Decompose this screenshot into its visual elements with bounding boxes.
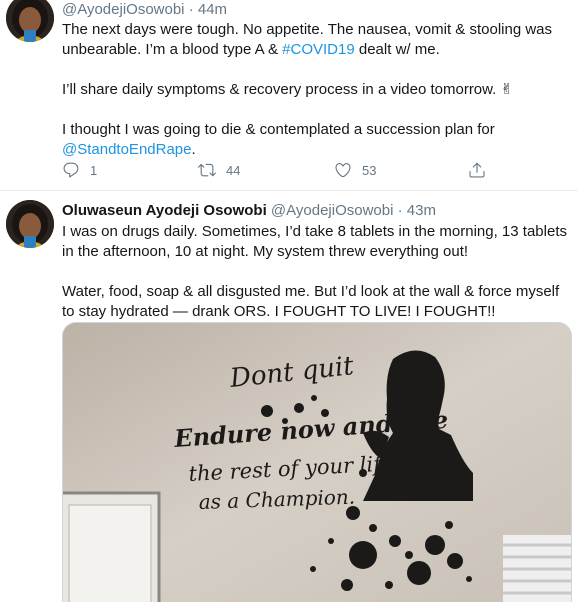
tweet-header: @AyodejiOsowobi · 44m: [62, 0, 570, 19]
tweet-paragraph: The next days were tough. No appetite. T…: [62, 20, 570, 60]
avatar-photo: [6, 200, 54, 248]
tweet-header: Oluwaseun Ayodeji Osowobi @AyodejiOsowob…: [62, 201, 570, 220]
tweet-paragraph: Water, food, soap & all disgusted me. Bu…: [62, 282, 570, 322]
text-run: I thought I was going to die & contempla…: [62, 121, 495, 138]
separator-dot: ·: [188, 1, 194, 18]
author-handle[interactable]: @AyodejiOsowobi: [271, 202, 394, 219]
tweet-paragraph: I was on drugs daily. Sometimes, I’d tak…: [62, 222, 570, 262]
text-run: .: [191, 141, 196, 158]
author-name[interactable]: Oluwaseun Ayodeji Osowobi: [62, 202, 267, 219]
retweet-button[interactable]: 44: [198, 161, 240, 179]
retweet-count: 44: [226, 162, 241, 178]
hashtag-link[interactable]: #COVID19: [282, 41, 355, 58]
avatar[interactable]: [6, 200, 54, 248]
separator-dot: ·: [397, 202, 403, 219]
like-count: 53: [362, 162, 377, 178]
reply-icon: [63, 162, 79, 178]
text-run: I’ll share daily symptoms & recovery pro…: [62, 81, 514, 98]
tweet-time[interactable]: 44m: [198, 1, 227, 18]
tweet-text: The next days were tough. No appetite. T…: [62, 20, 570, 160]
tweet-time[interactable]: 43m: [407, 202, 436, 219]
reply-button[interactable]: 1: [62, 161, 97, 179]
text-run: Water, food, soap & all disgusted me. Bu…: [62, 283, 560, 320]
tweet-paragraph: I thought I was going to die & contempla…: [62, 120, 570, 160]
text-run: I was on drugs daily. Sometimes, I’d tak…: [62, 223, 567, 260]
reply-count: 1: [90, 162, 98, 178]
avatar[interactable]: [6, 0, 54, 42]
tweet-1[interactable]: @AyodejiOsowobi · 44m The next days were…: [0, 0, 578, 190]
share-icon: [469, 162, 485, 178]
retweet-icon: [198, 163, 216, 177]
mention-link[interactable]: @StandtoEndRape: [62, 141, 192, 158]
tweet-media-image[interactable]: Dont quit Endure now and live the rest o…: [62, 322, 572, 602]
avatar-photo: [6, 0, 54, 42]
tweet-actions: 1 44 53: [62, 161, 502, 181]
heart-icon: [335, 163, 351, 178]
radiator-shape: [503, 535, 571, 602]
author-handle[interactable]: @AyodejiOsowobi: [62, 1, 185, 18]
text-run: dealt w/ me.: [354, 41, 440, 58]
share-button[interactable]: [468, 161, 486, 179]
wall-art-photo: Dont quit Endure now and live the rest o…: [63, 323, 571, 602]
tweet-paragraph: I’ll share daily symptoms & recovery pro…: [62, 80, 570, 100]
tweet-text: I was on drugs daily. Sometimes, I’d tak…: [62, 222, 570, 322]
like-button[interactable]: 53: [334, 161, 376, 179]
